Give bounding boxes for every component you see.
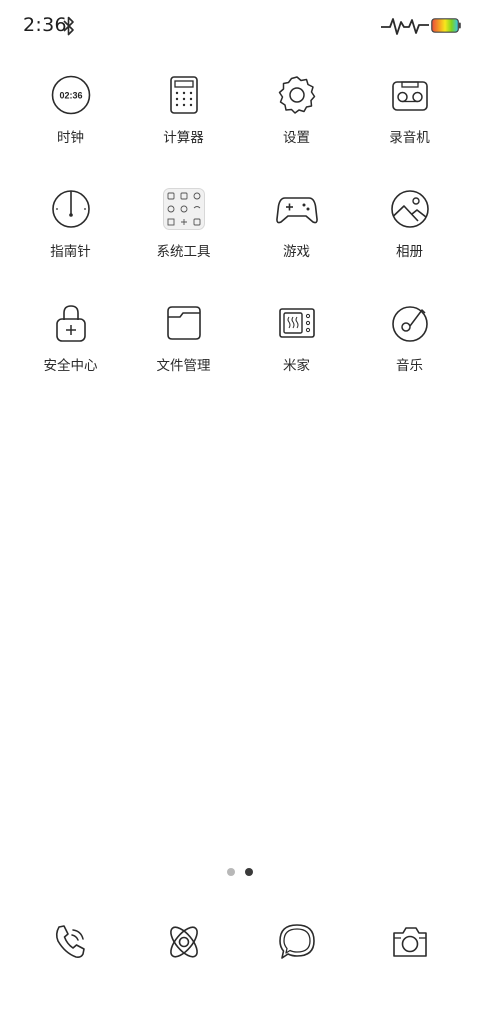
security-lock-icon (56, 305, 86, 342)
bluetooth-icon (63, 16, 74, 36)
app-label-games: 游戏 (283, 244, 310, 260)
browser-orbit-icon (170, 926, 198, 958)
dock (14, 918, 466, 966)
dock-browser[interactable] (127, 918, 240, 966)
app-label-music: 音乐 (396, 358, 423, 374)
app-label-file-manager: 文件管理 (156, 358, 211, 374)
dock-phone[interactable] (14, 918, 127, 966)
clock-icon-time: 02:36 (59, 91, 82, 101)
compass-icon (52, 190, 90, 228)
app-label-settings: 设置 (283, 130, 310, 146)
app-label-gallery: 相册 (396, 244, 423, 260)
settings-gear-icon (278, 76, 316, 114)
dock-messages[interactable] (240, 918, 353, 966)
status-time: 2:36 (23, 14, 67, 36)
app-system-tools[interactable]: 系统工具 (127, 188, 240, 298)
app-label-system-tools: 系统工具 (156, 244, 211, 260)
folder-icon (167, 306, 201, 340)
music-disc-icon (392, 306, 428, 342)
app-compass[interactable]: 指南针 (14, 188, 127, 298)
camera-icon (393, 927, 427, 957)
gallery-icon (391, 190, 429, 228)
clock-icon: 02:36 (51, 75, 91, 115)
app-settings[interactable]: 设置 (240, 74, 353, 184)
app-calculator[interactable]: 计算器 (127, 74, 240, 184)
app-music[interactable]: 音乐 (353, 302, 466, 412)
app-security[interactable]: 安全中心 (14, 302, 127, 412)
app-label-mijia: 米家 (283, 358, 310, 374)
app-label-clock: 时钟 (57, 130, 84, 146)
mijia-device-icon (279, 308, 315, 338)
app-label-recorder: 录音机 (389, 130, 430, 146)
app-label-compass: 指南针 (50, 244, 91, 260)
phone-icon (55, 925, 85, 958)
gamepad-icon (276, 197, 318, 224)
app-label-calculator: 计算器 (163, 130, 204, 146)
messages-bubble-icon (279, 924, 315, 959)
app-mijia[interactable]: 米家 (240, 302, 353, 412)
page-dot-2-active[interactable] (245, 868, 253, 876)
page-dot-1[interactable] (227, 868, 235, 876)
recorder-icon (392, 81, 428, 111)
status-bar: 2:36 (0, 0, 480, 52)
app-label-security: 安全中心 (43, 358, 98, 374)
system-tools-folder-icon (163, 188, 205, 230)
app-file-manager[interactable]: 文件管理 (127, 302, 240, 412)
activity-pulse-icon (381, 18, 429, 35)
dock-camera[interactable] (353, 918, 466, 966)
app-clock[interactable]: 02:36 时钟 (14, 74, 127, 184)
page-indicator (225, 868, 255, 878)
calculator-icon (170, 76, 198, 114)
battery-icon (431, 18, 461, 33)
app-games[interactable]: 游戏 (240, 188, 353, 298)
app-recorder[interactable]: 录音机 (353, 74, 466, 184)
app-gallery[interactable]: 相册 (353, 188, 466, 298)
